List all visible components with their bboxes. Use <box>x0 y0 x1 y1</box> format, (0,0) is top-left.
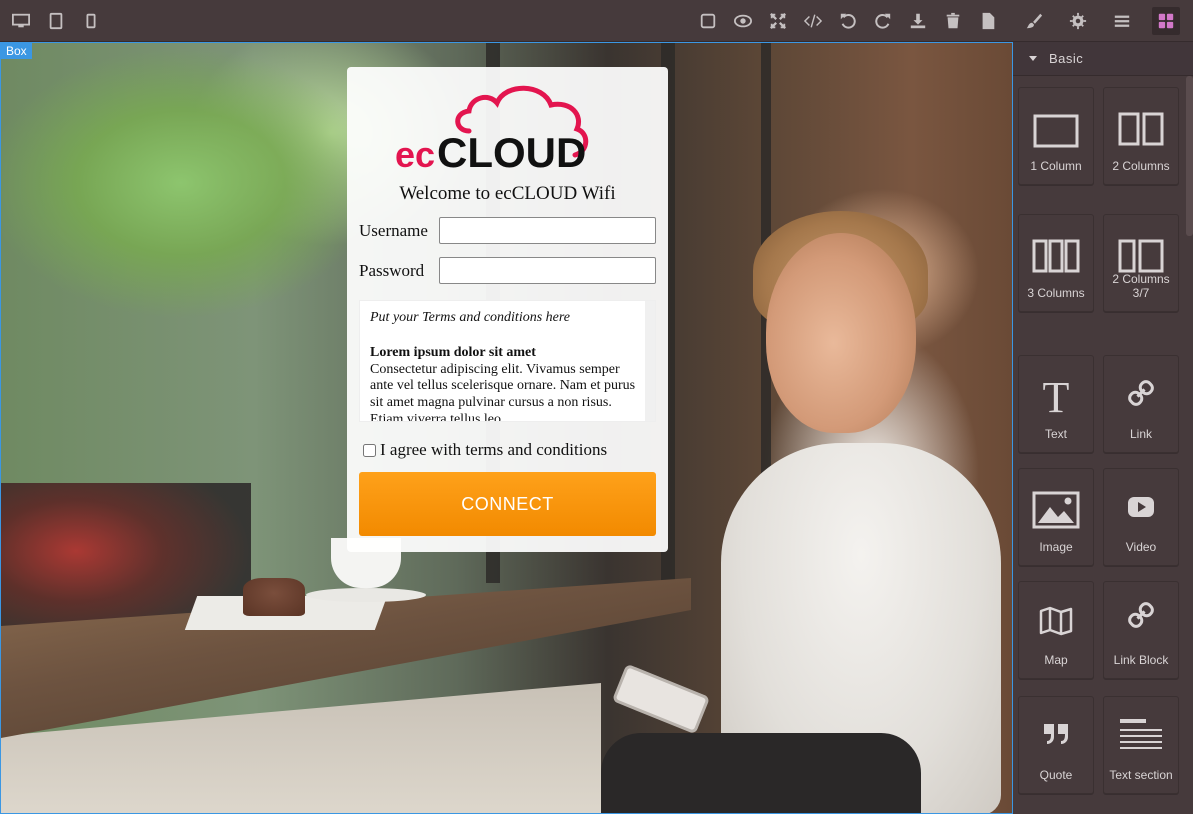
username-label: Username <box>359 220 428 240</box>
terms-title: Lorem ipsum dolor sit amet <box>370 344 536 360</box>
block-label: Link Block <box>1113 653 1169 668</box>
cloud-logo-icon: ec CLOUD <box>395 85 588 176</box>
square-icon[interactable] <box>694 7 722 35</box>
quote-icon <box>1044 724 1068 744</box>
text-section-icon <box>1120 719 1162 749</box>
logo-text-ec: ec <box>395 134 435 175</box>
block-map[interactable]: Map <box>1018 581 1094 679</box>
block-label: 1 Column <box>1030 159 1082 174</box>
password-label: Password <box>359 260 425 280</box>
password-input[interactable] <box>439 257 656 284</box>
password-row: Password <box>359 257 656 284</box>
three-columns-icon <box>1032 239 1080 273</box>
mobile-icon[interactable] <box>77 7 105 35</box>
menu-icon[interactable] <box>1108 7 1136 35</box>
download-icon[interactable] <box>904 7 932 35</box>
block-1-column[interactable]: 1 Column <box>1018 87 1094 185</box>
caret-down-icon <box>1029 56 1037 61</box>
block-label: 2 Columns 3/7 <box>1112 272 1170 301</box>
redo-icon[interactable] <box>869 7 897 35</box>
svg-text:T: T <box>1043 374 1070 418</box>
block-text-section[interactable]: Text section <box>1103 696 1179 794</box>
block-label: Text <box>1044 427 1067 442</box>
connect-button[interactable]: CONNECT <box>359 472 656 536</box>
terms-intro: Put your Terms and conditions here <box>370 310 571 325</box>
background-person-head <box>766 233 916 433</box>
block-label: Video <box>1125 540 1157 555</box>
video-icon <box>1128 497 1154 517</box>
undo-icon[interactable] <box>834 7 862 35</box>
login-card[interactable]: ec CLOUD Welcome to ecCLOUD Wifi Usernam… <box>347 67 668 552</box>
block-3-columns[interactable]: 3 Columns <box>1018 214 1094 312</box>
eye-icon[interactable] <box>729 7 757 35</box>
block-label: Map <box>1044 653 1068 668</box>
code-icon[interactable] <box>799 7 827 35</box>
background-cake <box>243 578 305 616</box>
top-toolbar <box>0 0 1193 42</box>
map-icon <box>1039 606 1073 636</box>
block-quote[interactable]: Quote <box>1018 696 1094 794</box>
trash-icon[interactable] <box>939 7 967 35</box>
file-icon[interactable] <box>974 7 1002 35</box>
agree-row[interactable]: I agree with terms and conditions <box>359 440 656 460</box>
blocks-icon[interactable] <box>1152 7 1180 35</box>
block-video[interactable]: Video <box>1103 468 1179 566</box>
category-label: Basic <box>1049 51 1084 66</box>
block-link-block[interactable]: Link Block <box>1103 581 1179 679</box>
fullscreen-icon[interactable] <box>764 7 792 35</box>
block-image[interactable]: Image <box>1018 468 1094 566</box>
link-icon <box>1128 380 1154 406</box>
block-label: 2 Columns <box>1112 159 1170 174</box>
block-link[interactable]: Link <box>1103 355 1179 453</box>
agree-label: I agree with terms and conditions <box>380 440 608 459</box>
image-icon <box>1032 491 1080 529</box>
background-saucer <box>306 588 426 602</box>
background-person-pants <box>601 733 921 813</box>
agree-checkbox[interactable] <box>363 443 376 457</box>
desktop-icon[interactable] <box>7 7 35 35</box>
tablet-icon[interactable] <box>42 7 70 35</box>
selected-element-badge: Box <box>1 43 32 59</box>
terms-box[interactable]: Put your Terms and conditions here Lorem… <box>359 300 656 422</box>
one-column-icon <box>1033 114 1079 148</box>
logo: ec CLOUD <box>359 79 656 179</box>
category-basic[interactable]: Basic <box>1013 42 1193 76</box>
block-label: Image <box>1039 540 1073 555</box>
terms-body: Consectetur adipiscing elit. Vivamus sem… <box>370 361 636 422</box>
block-label: Quote <box>1039 768 1073 783</box>
block-label: Text section <box>1109 768 1173 783</box>
editor-canvas[interactable]: Box ec CLOUD Welcome to ecCLOUD Wifi Use… <box>0 42 1013 814</box>
two-columns-37-icon <box>1118 239 1164 273</box>
gear-icon[interactable] <box>1064 7 1092 35</box>
block-2-columns[interactable]: 2 Columns <box>1103 87 1179 185</box>
text-icon: T <box>1043 374 1070 418</box>
block-text[interactable]: T Text <box>1018 355 1094 453</box>
username-input[interactable] <box>439 217 656 244</box>
panel-scrollbar[interactable] <box>1186 76 1193 236</box>
logo-text-cloud: CLOUD <box>437 129 586 176</box>
block-label: 3 Columns <box>1027 286 1085 301</box>
username-row: Username <box>359 217 656 244</box>
block-label: Link <box>1129 427 1152 442</box>
welcome-heading: Welcome to ecCLOUD Wifi <box>399 183 616 204</box>
link-block-icon <box>1128 602 1154 628</box>
block-2-columns-37[interactable]: 2 Columns 3/7 <box>1103 214 1179 312</box>
two-columns-icon <box>1118 112 1164 146</box>
blocks-panel: Basic 1 Column 2 Columns 3 Columns 2 Col… <box>1013 42 1193 814</box>
paint-brush-icon[interactable] <box>1020 7 1048 35</box>
